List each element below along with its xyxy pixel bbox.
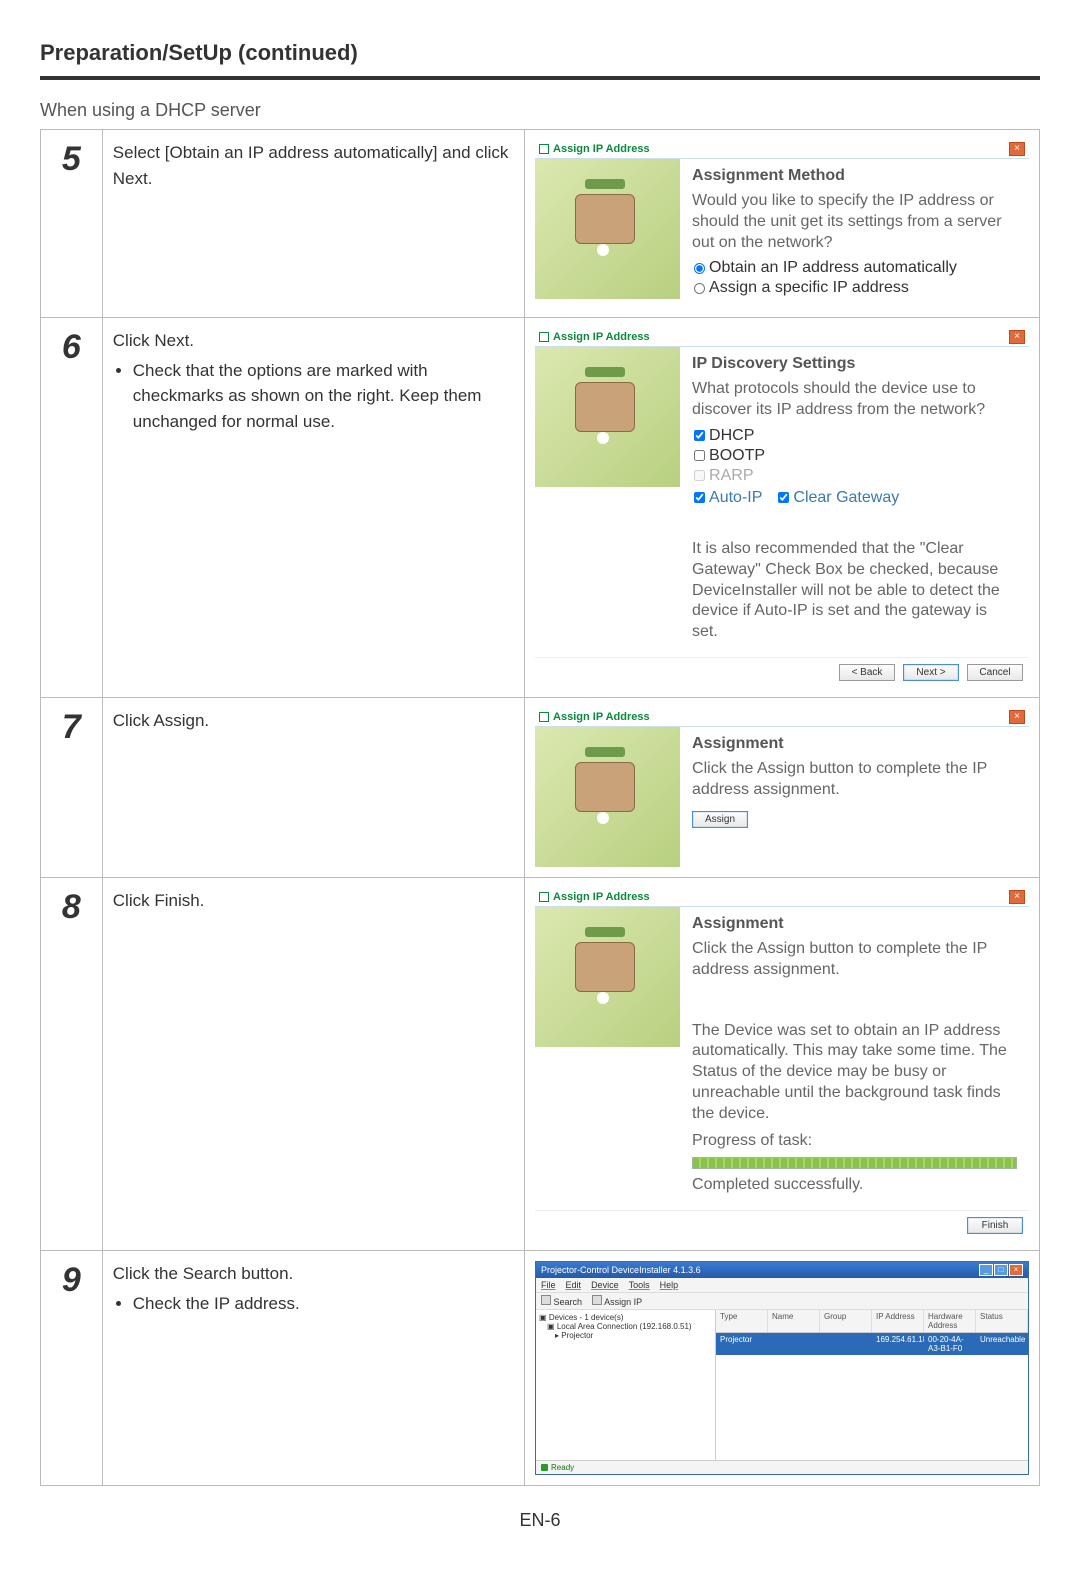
heading-text: Would you like to specify the IP address…	[692, 191, 1017, 253]
next-button[interactable]: Next >	[903, 664, 959, 681]
menu-edit[interactable]: Edit	[566, 1280, 582, 1290]
heading: Assignment	[692, 915, 1017, 933]
status-bar: Ready	[536, 1460, 1028, 1474]
col-status[interactable]: Status	[976, 1310, 1028, 1332]
status-icon	[541, 1464, 548, 1471]
progress-bar	[692, 1157, 1017, 1169]
maximize-icon[interactable]: □	[994, 1264, 1008, 1276]
page-footer: EN-6	[40, 1510, 1040, 1531]
dialog-title: Assign IP Address	[539, 331, 650, 343]
col-name[interactable]: Name	[768, 1310, 820, 1332]
step-number: 9	[51, 1261, 92, 1300]
step-number: 6	[51, 328, 92, 367]
heading-text: Click the Assign button to complete the …	[692, 939, 1017, 981]
app-icon	[539, 892, 549, 902]
step-row: 9 Click the Search button. Check the IP …	[41, 1251, 1040, 1486]
checkbox-bootp[interactable]: BOOTP	[694, 447, 1017, 465]
heading: Assignment	[692, 735, 1017, 753]
step-description: Click Assign.	[102, 697, 524, 877]
app-window: Projector-Control DeviceInstaller 4.1.3.…	[535, 1261, 1029, 1475]
radio-assign-specific[interactable]: Assign a specific IP address	[694, 279, 1017, 297]
dialog-title: Assign IP Address	[539, 143, 650, 155]
wizard-figure	[535, 727, 680, 867]
rule	[40, 76, 1040, 80]
step-number: 8	[51, 888, 92, 927]
col-group[interactable]: Group	[820, 1310, 872, 1332]
finish-button[interactable]: Finish	[967, 1217, 1023, 1234]
device-tree[interactable]: ▣ Devices - 1 device(s) ▣ Local Area Con…	[536, 1310, 716, 1460]
checkbox-autoip[interactable]: Auto-IP	[694, 489, 762, 507]
close-icon[interactable]: ×	[1009, 330, 1025, 344]
app-icon	[539, 332, 549, 342]
app-icon	[539, 144, 549, 154]
menu-tools[interactable]: Tools	[629, 1280, 650, 1290]
search-icon	[541, 1295, 551, 1305]
progress-label: Progress of task:	[692, 1131, 1017, 1152]
close-icon[interactable]: ×	[1009, 710, 1025, 724]
step-row: 6 Click Next. Check that the options are…	[41, 318, 1040, 698]
heading: IP Discovery Settings	[692, 355, 1017, 373]
step-description: Click the Search button. Check the IP ad…	[102, 1251, 524, 1486]
close-icon[interactable]: ×	[1009, 142, 1025, 156]
menu-device[interactable]: Device	[591, 1280, 619, 1290]
checkbox-clear-gateway[interactable]: Clear Gateway	[778, 489, 899, 507]
heading: Assignment Method	[692, 167, 1017, 185]
steps-table: 5 Select [Obtain an IP address automatic…	[40, 129, 1040, 1486]
page-title: Preparation/SetUp (continued)	[40, 40, 1040, 66]
step-description: Select [Obtain an IP address automatical…	[102, 130, 524, 318]
completed-text: Completed successfully.	[692, 1175, 1017, 1196]
checkbox-rarp: RARP	[694, 467, 1017, 485]
section-subtitle: When using a DHCP server	[40, 100, 1040, 121]
menu-bar: File Edit Device Tools Help	[536, 1278, 1028, 1293]
app-title: Projector-Control DeviceInstaller 4.1.3.…	[541, 1265, 701, 1275]
network-icon	[592, 1295, 602, 1305]
minimize-icon[interactable]: _	[979, 1264, 993, 1276]
wizard-figure	[535, 159, 680, 299]
step-number: 7	[51, 708, 92, 747]
result-text: The Device was set to obtain an IP addre…	[692, 1021, 1017, 1125]
heading-text: Click the Assign button to complete the …	[692, 759, 1017, 801]
menu-help[interactable]: Help	[660, 1280, 679, 1290]
step-row: 8 Click Finish. Assign IP Address × Assi…	[41, 877, 1040, 1250]
step-number: 5	[51, 140, 92, 179]
back-button[interactable]: < Back	[839, 664, 895, 681]
app-icon	[539, 712, 549, 722]
close-icon[interactable]: ×	[1009, 1264, 1023, 1276]
dialog-title: Assign IP Address	[539, 891, 650, 903]
col-type[interactable]: Type	[716, 1310, 768, 1332]
device-list: Type Name Group IP Address Hardware Addr…	[716, 1310, 1028, 1460]
wizard-figure	[535, 907, 680, 1047]
close-icon[interactable]: ×	[1009, 890, 1025, 904]
col-hw[interactable]: Hardware Address	[924, 1310, 976, 1332]
step-description: Click Finish.	[102, 877, 524, 1250]
wizard-figure	[535, 347, 680, 487]
heading-text: What protocols should the device use to …	[692, 379, 1017, 421]
table-row[interactable]: Projector 169.254.61.185 00-20-4A-A3-B1-…	[716, 1333, 1028, 1355]
checkbox-dhcp[interactable]: DHCP	[694, 427, 1017, 445]
radio-obtain-auto[interactable]: Obtain an IP address automatically	[694, 259, 1017, 277]
search-button[interactable]: Search	[541, 1295, 582, 1307]
step-row: 5 Select [Obtain an IP address automatic…	[41, 130, 1040, 318]
step-row: 7 Click Assign. Assign IP Address × Assi…	[41, 697, 1040, 877]
menu-file[interactable]: File	[541, 1280, 556, 1290]
col-ip[interactable]: IP Address	[872, 1310, 924, 1332]
step-description: Click Next. Check that the options are m…	[102, 318, 524, 698]
cancel-button[interactable]: Cancel	[967, 664, 1023, 681]
dialog-title: Assign IP Address	[539, 711, 650, 723]
note-text: It is also recommended that the "Clear G…	[692, 539, 1017, 643]
assign-button[interactable]: Assign	[692, 811, 748, 828]
assign-ip-button[interactable]: Assign IP	[592, 1295, 642, 1307]
